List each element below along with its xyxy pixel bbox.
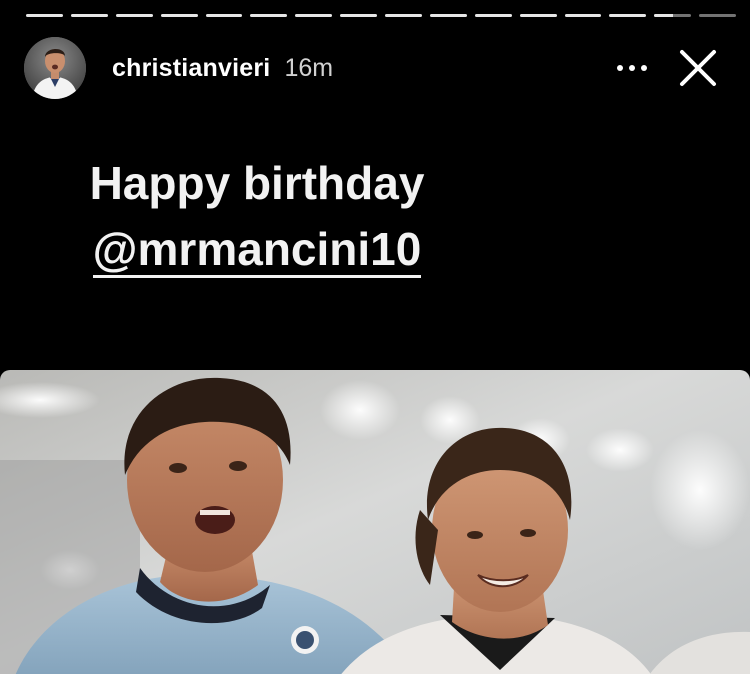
story-progress-segment (564, 14, 602, 17)
story-progress-segment (385, 14, 422, 17)
more-horizontal-icon (617, 65, 647, 71)
story-progress-segment (250, 14, 288, 17)
story-progress-segment (115, 14, 153, 17)
username[interactable]: christianvieri (112, 54, 270, 83)
story-header: christianvieri 16m (24, 36, 720, 100)
mention-link[interactable]: @mrmancini10 (92, 223, 422, 278)
story-progress-fill (654, 14, 673, 17)
story-progress-segment (609, 14, 647, 17)
story-progress-segment (654, 14, 692, 17)
timestamp: 16m (284, 53, 334, 82)
more-options-button[interactable] (612, 48, 652, 88)
caption-line: Happy birthday (89, 157, 425, 209)
story-progress-segment (340, 14, 377, 17)
story-progress-segment (295, 14, 333, 17)
story-progress-segment (70, 14, 108, 17)
story-viewer[interactable]: christianvieri 16m Happy birthday @mrman… (0, 0, 750, 674)
story-caption: Happy birthday @mrmancini10 (0, 150, 514, 282)
close-button[interactable] (676, 46, 720, 90)
story-progress-bar (26, 14, 736, 18)
story-progress-segment (26, 14, 63, 17)
story-progress-segment (699, 14, 736, 17)
profile-avatar[interactable] (24, 37, 86, 99)
story-photo (0, 370, 750, 674)
story-progress-segment (429, 14, 467, 17)
close-icon (680, 50, 716, 86)
story-progress-segment (519, 14, 557, 17)
story-progress-segment (474, 14, 512, 17)
story-progress-segment (205, 14, 243, 17)
story-progress-segment (160, 14, 198, 17)
